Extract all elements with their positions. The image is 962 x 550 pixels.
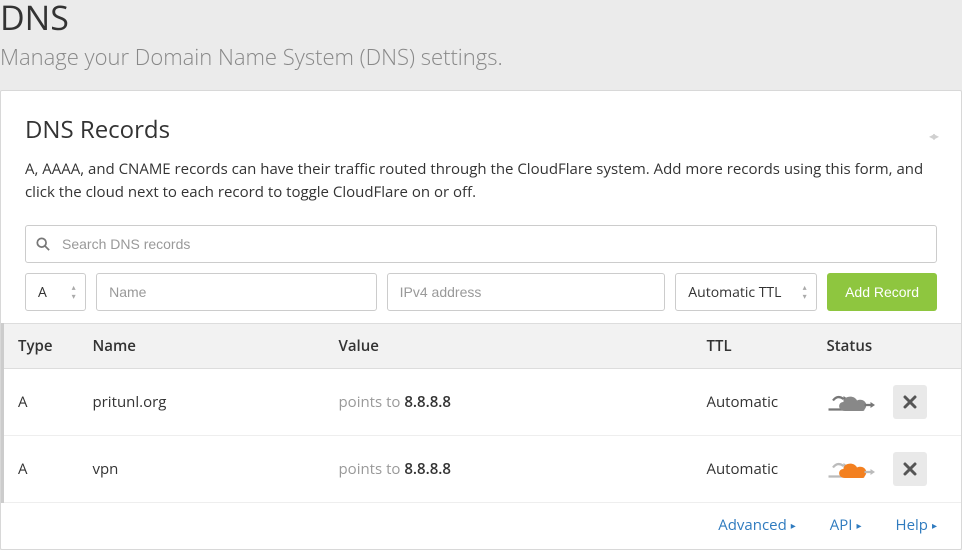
page-title: DNS (0, 0, 962, 34)
panel-collapse-icon[interactable]: ◂▸ (929, 127, 937, 144)
cell-ttl: Automatic (699, 436, 819, 503)
delete-record-button[interactable] (893, 385, 927, 419)
stepper-icon: ▴▾ (795, 277, 813, 307)
panel-footer-links: Advanced▸ API▸ Help▸ (25, 503, 937, 535)
chevron-right-icon: ▸ (856, 518, 861, 532)
record-name-input[interactable] (97, 274, 376, 310)
help-link[interactable]: Help▸ (896, 515, 937, 535)
ttl-select[interactable]: Automatic TTL ▴▾ (675, 273, 817, 311)
table-row: A vpn points to 8.8.8.8 Automatic (3, 436, 962, 503)
dns-records-table: Type Name Value TTL Status A pritunl.org… (1, 323, 961, 503)
th-name: Name (85, 324, 331, 369)
cell-status (819, 369, 962, 436)
cell-type: A (3, 369, 85, 436)
cloudflare-toggle-icon[interactable] (827, 457, 875, 481)
chevron-right-icon: ▸ (791, 518, 796, 532)
record-type-select[interactable]: A ▴▾ (25, 273, 86, 311)
search-icon (36, 237, 50, 251)
ttl-value: Automatic TTL (688, 283, 781, 302)
chevron-right-icon: ▸ (932, 518, 937, 532)
delete-record-button[interactable] (893, 452, 927, 486)
cell-value: points to 8.8.8.8 (331, 369, 699, 436)
add-record-button[interactable]: Add Record (827, 273, 937, 311)
cell-status (819, 436, 962, 503)
stepper-icon: ▴▾ (64, 277, 82, 307)
search-wrapper (25, 225, 937, 263)
cell-value: points to 8.8.8.8 (331, 436, 699, 503)
panel-title: DNS Records (25, 113, 170, 146)
page-subtitle: Manage your Domain Name System (DNS) set… (0, 42, 962, 72)
cloudflare-toggle-icon[interactable] (827, 390, 875, 414)
record-value-input[interactable] (388, 274, 665, 310)
cell-name: pritunl.org (85, 369, 331, 436)
th-status: Status (819, 324, 962, 369)
api-link[interactable]: API▸ (830, 515, 862, 535)
panel-description: A, AAAA, and CNAME records can have thei… (25, 158, 937, 203)
cell-name: vpn (85, 436, 331, 503)
cell-ttl: Automatic (699, 369, 819, 436)
th-type: Type (3, 324, 85, 369)
record-type-value: A (38, 283, 47, 302)
table-row: A pritunl.org points to 8.8.8.8 Automati… (3, 369, 962, 436)
th-value: Value (331, 324, 699, 369)
dns-records-panel: DNS Records ◂▸ A, AAAA, and CNAME record… (0, 90, 962, 550)
advanced-link[interactable]: Advanced▸ (718, 515, 796, 535)
cell-type: A (3, 436, 85, 503)
th-ttl: TTL (699, 324, 819, 369)
search-input[interactable] (60, 235, 926, 253)
